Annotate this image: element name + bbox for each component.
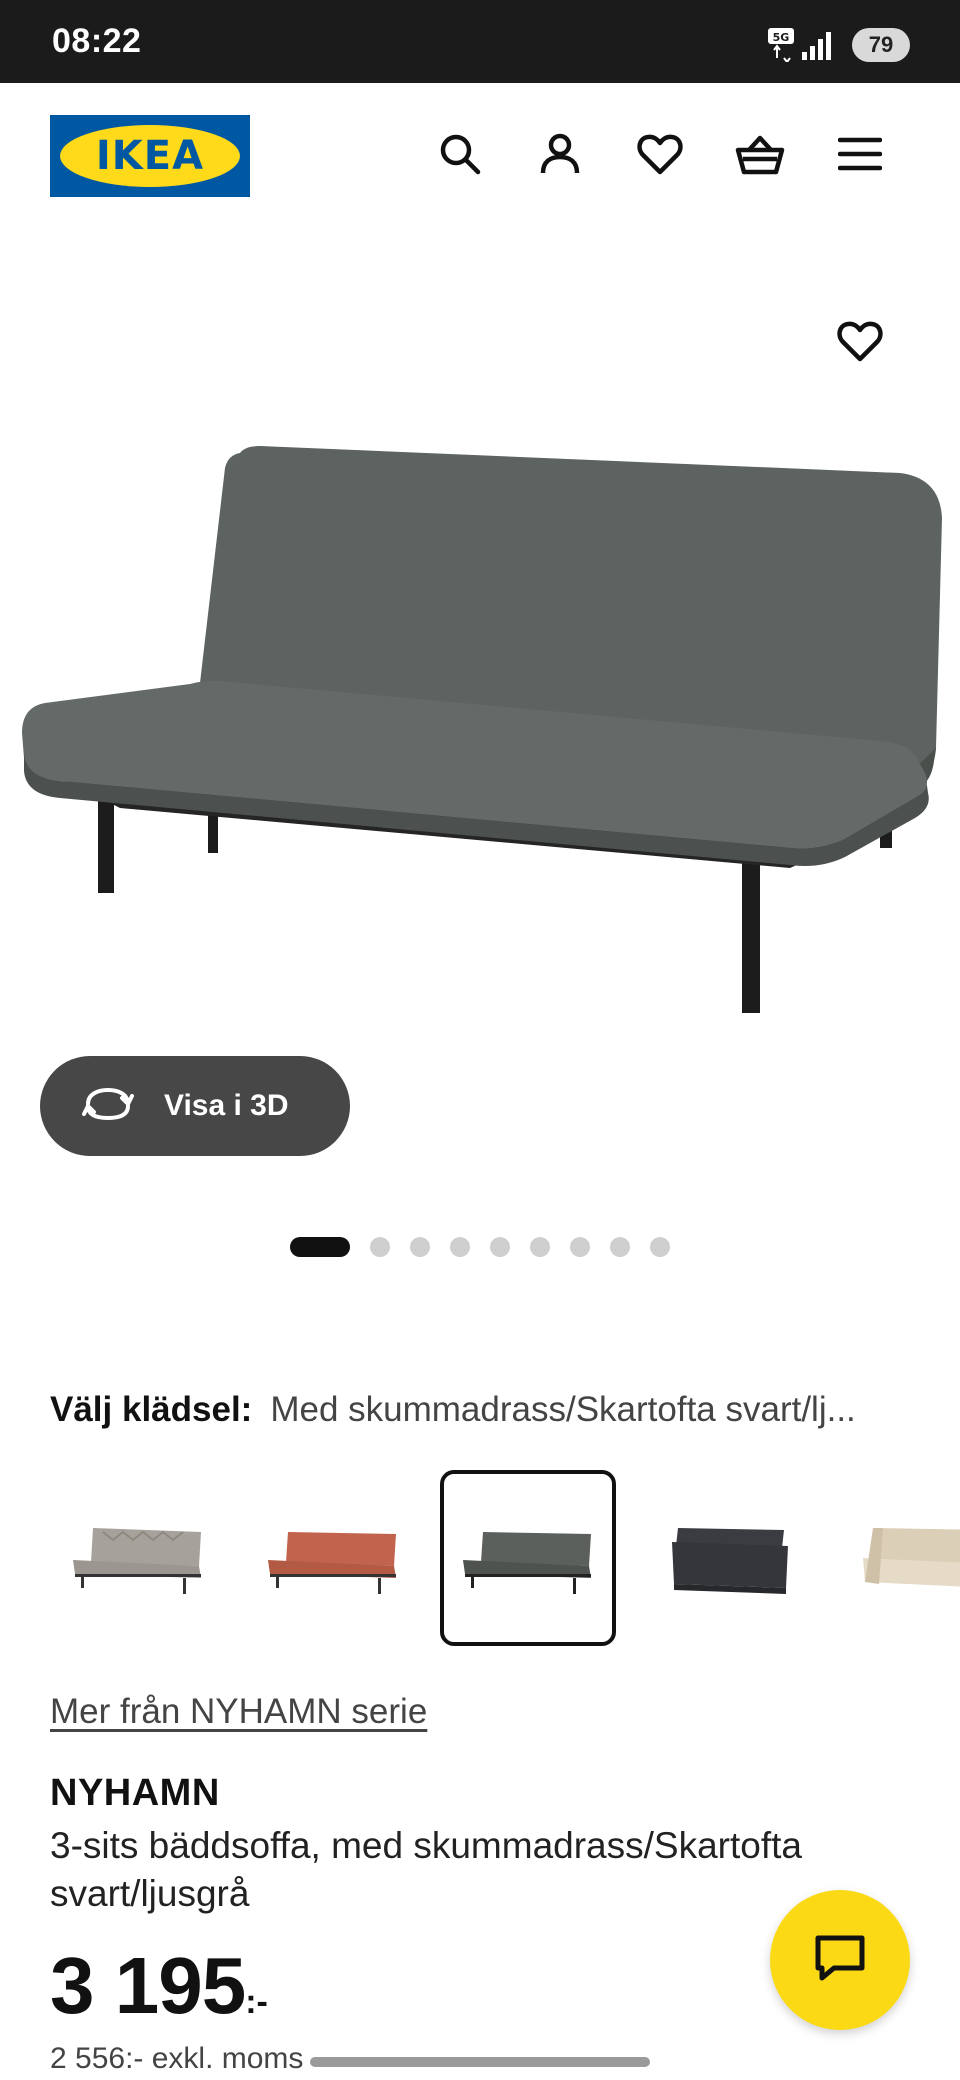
- status-time: 08:22: [52, 22, 142, 60]
- swatch-beige-sofa[interactable]: [830, 1470, 960, 1646]
- network-type: 5G: [773, 31, 790, 44]
- pagination-dot-8[interactable]: [610, 1237, 630, 1257]
- pagination-dot-4[interactable]: [450, 1237, 470, 1257]
- pagination-dot-5[interactable]: [490, 1237, 510, 1257]
- product-name: NYHAMN: [50, 1772, 220, 1814]
- swatch-red-brown-sofa[interactable]: [245, 1470, 421, 1646]
- menu-icon[interactable]: [832, 126, 888, 182]
- rotate-3d-icon: [82, 1086, 134, 1127]
- heart-icon[interactable]: [632, 126, 688, 182]
- basket-icon[interactable]: [732, 126, 788, 182]
- swatch-dark-grey-sofa-selected[interactable]: [440, 1470, 616, 1646]
- price-value: 3 195: [50, 1941, 246, 2030]
- status-bar: 08:22 5G 79: [0, 0, 960, 83]
- price-excluding-vat: 2 556:- exkl. moms: [50, 2042, 304, 2075]
- swatch-charcoal-sofa[interactable]: [635, 1470, 811, 1646]
- signal-icon: 5G: [768, 28, 840, 64]
- pagination-dot-7[interactable]: [570, 1237, 590, 1257]
- swatch-light-grey-sofa[interactable]: [50, 1470, 226, 1646]
- ikea-logo[interactable]: IKEA: [50, 115, 250, 197]
- price-suffix: :-: [245, 1983, 268, 2021]
- upholstery-label: Välj klädsel:: [50, 1390, 253, 1429]
- view-in-3d-button[interactable]: Visa i 3D: [40, 1056, 350, 1156]
- pagination-dot-3[interactable]: [410, 1237, 430, 1257]
- logo-text: IKEA: [95, 133, 205, 179]
- pagination-dot-6[interactable]: [530, 1237, 550, 1257]
- image-pagination: [0, 1233, 960, 1261]
- upholstery-swatches: [0, 1470, 960, 1648]
- battery-indicator: 79: [852, 28, 910, 62]
- upholstery-selector[interactable]: Välj klädsel: Med skummadrass/Skartofta s…: [50, 1390, 930, 1440]
- search-icon[interactable]: [432, 126, 488, 182]
- chat-bubble-icon: [812, 1932, 868, 1989]
- site-header: IKEA: [0, 83, 960, 233]
- home-indicator: [310, 2057, 650, 2067]
- chat-button[interactable]: [770, 1890, 910, 2030]
- product-image-gallery[interactable]: Visa i 3D: [0, 233, 960, 1233]
- view-in-3d-label: Visa i 3D: [164, 1089, 289, 1122]
- sofa-bed-image: [22, 446, 943, 1013]
- upholstery-value: Med skummadrass/Skartofta svart/lj...: [270, 1390, 856, 1429]
- pagination-dot-9[interactable]: [650, 1237, 670, 1257]
- user-icon[interactable]: [532, 126, 588, 182]
- pagination-dot-1[interactable]: [290, 1237, 350, 1257]
- product-price: 3 195:-: [50, 1940, 268, 2032]
- series-link[interactable]: Mer från NYHAMN serie: [50, 1692, 427, 1732]
- pagination-dot-2[interactable]: [370, 1237, 390, 1257]
